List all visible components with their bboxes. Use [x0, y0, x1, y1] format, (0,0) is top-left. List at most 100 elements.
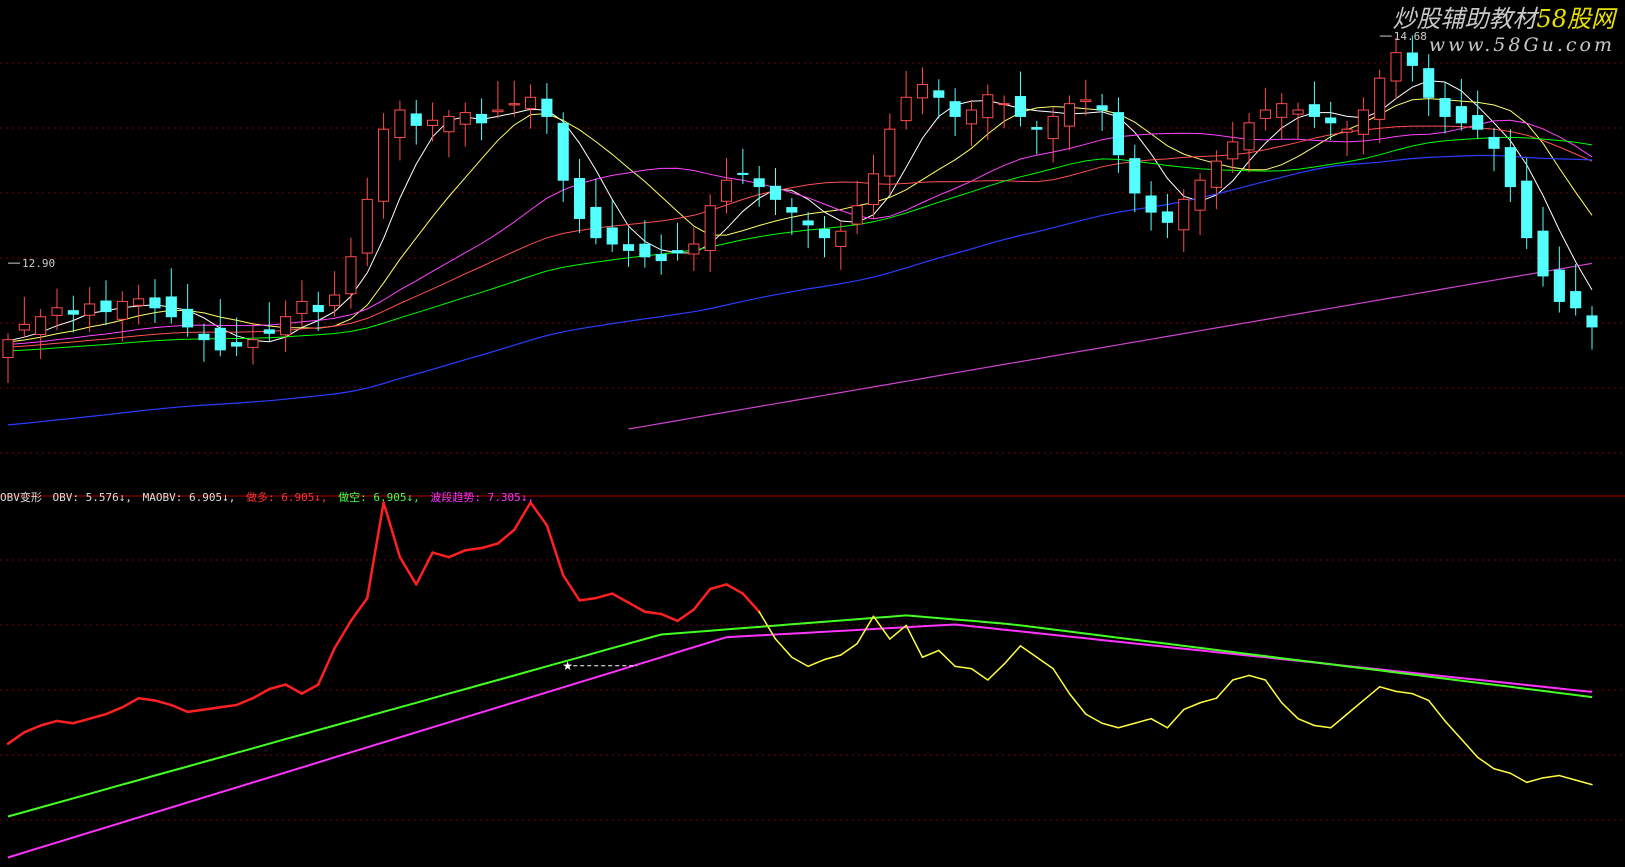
candle[interactable]	[100, 280, 112, 326]
candle[interactable]	[1112, 97, 1124, 173]
candle[interactable]	[639, 220, 651, 268]
candle[interactable]	[378, 113, 390, 219]
candle[interactable]	[1276, 93, 1288, 140]
candle[interactable]	[133, 284, 145, 325]
candle[interactable]	[492, 81, 504, 119]
candle[interactable]	[51, 288, 63, 331]
candle[interactable]	[916, 67, 929, 115]
candle[interactable]	[165, 268, 177, 324]
obv-line-segment	[1134, 717, 1152, 724]
candle[interactable]	[1227, 121, 1239, 174]
candle[interactable]	[247, 323, 259, 365]
candle-body	[1586, 315, 1598, 328]
candle-body	[394, 109, 406, 139]
candle-body	[1112, 112, 1124, 156]
candle[interactable]	[1145, 181, 1157, 231]
candle[interactable]	[427, 102, 439, 142]
candle[interactable]	[296, 280, 308, 327]
candle[interactable]	[688, 227, 700, 271]
candle[interactable]	[720, 157, 733, 214]
candle[interactable]	[835, 222, 847, 270]
stock-chart[interactable]: 12.9014.68 ★	[0, 0, 1625, 867]
candle[interactable]	[1080, 79, 1092, 116]
candle[interactable]	[1292, 102, 1304, 139]
candle[interactable]	[818, 216, 831, 258]
candle[interactable]	[1504, 129, 1516, 202]
candle[interactable]	[1570, 263, 1582, 316]
candle-body	[361, 198, 373, 254]
candle[interactable]	[590, 178, 602, 245]
candle[interactable]	[329, 271, 341, 317]
obv-line-segment	[1460, 738, 1479, 759]
candle[interactable]	[1341, 120, 1353, 157]
candle[interactable]	[1014, 71, 1027, 127]
obv-line-segment	[382, 501, 402, 559]
candle[interactable]	[35, 309, 47, 359]
candle[interactable]	[149, 279, 161, 323]
candle[interactable]	[900, 70, 912, 130]
candle[interactable]	[1455, 78, 1467, 131]
candle[interactable]	[933, 79, 945, 119]
candle[interactable]	[1259, 87, 1271, 131]
candle[interactable]	[1210, 150, 1222, 210]
obv-line-segment	[1427, 699, 1446, 722]
candle[interactable]	[737, 148, 749, 185]
candle[interactable]	[1357, 97, 1369, 155]
candle[interactable]	[1553, 246, 1565, 313]
candle[interactable]	[312, 291, 324, 331]
candle[interactable]	[1243, 112, 1255, 173]
candle[interactable]	[476, 98, 488, 141]
candle[interactable]	[394, 100, 406, 161]
candle[interactable]	[67, 295, 79, 333]
candle[interactable]	[1537, 206, 1549, 287]
candle[interactable]	[280, 300, 292, 353]
candle[interactable]	[1374, 69, 1386, 144]
candle[interactable]	[361, 177, 373, 266]
candle[interactable]	[573, 158, 586, 233]
candle[interactable]	[345, 237, 357, 309]
candle[interactable]	[116, 291, 128, 342]
candle[interactable]	[1423, 54, 1435, 116]
candle[interactable]	[1031, 120, 1043, 155]
candle[interactable]	[965, 99, 978, 147]
candle[interactable]	[622, 227, 635, 267]
obv-line-segment	[643, 610, 663, 616]
candle[interactable]	[263, 302, 275, 342]
candle[interactable]	[2, 333, 14, 384]
candle[interactable]	[1129, 144, 1141, 213]
candle[interactable]	[459, 102, 471, 147]
candle[interactable]	[18, 296, 30, 338]
candle[interactable]	[1161, 193, 1173, 239]
candle[interactable]	[671, 222, 684, 261]
candle[interactable]	[1488, 127, 1500, 172]
candle[interactable]	[508, 80, 520, 117]
candle[interactable]	[524, 84, 537, 129]
candle[interactable]	[655, 234, 667, 275]
candle[interactable]	[1194, 173, 1206, 236]
candle[interactable]	[198, 323, 210, 362]
candle[interactable]	[84, 287, 96, 333]
candle[interactable]	[867, 154, 880, 220]
candle[interactable]	[182, 284, 194, 337]
candle-body	[704, 205, 716, 252]
candle-body	[720, 179, 733, 202]
candle[interactable]	[541, 83, 553, 134]
candle[interactable]	[769, 168, 782, 216]
candle[interactable]	[1178, 188, 1190, 253]
candle[interactable]	[1586, 306, 1598, 350]
candle[interactable]	[949, 88, 961, 137]
candle[interactable]	[1472, 90, 1484, 140]
candle[interactable]	[998, 95, 1010, 129]
candle[interactable]	[704, 194, 716, 272]
candle-body	[639, 243, 651, 258]
candle[interactable]	[443, 110, 455, 158]
candle[interactable]	[1063, 95, 1076, 151]
candle[interactable]	[1308, 81, 1320, 128]
candle[interactable]	[1047, 108, 1059, 163]
obv-annotations: ★	[562, 659, 638, 673]
candle[interactable]	[884, 113, 896, 194]
candle[interactable]	[410, 99, 422, 145]
candle[interactable]	[851, 180, 863, 235]
candlestick-series[interactable]	[2, 35, 1598, 384]
candle[interactable]	[214, 299, 226, 357]
